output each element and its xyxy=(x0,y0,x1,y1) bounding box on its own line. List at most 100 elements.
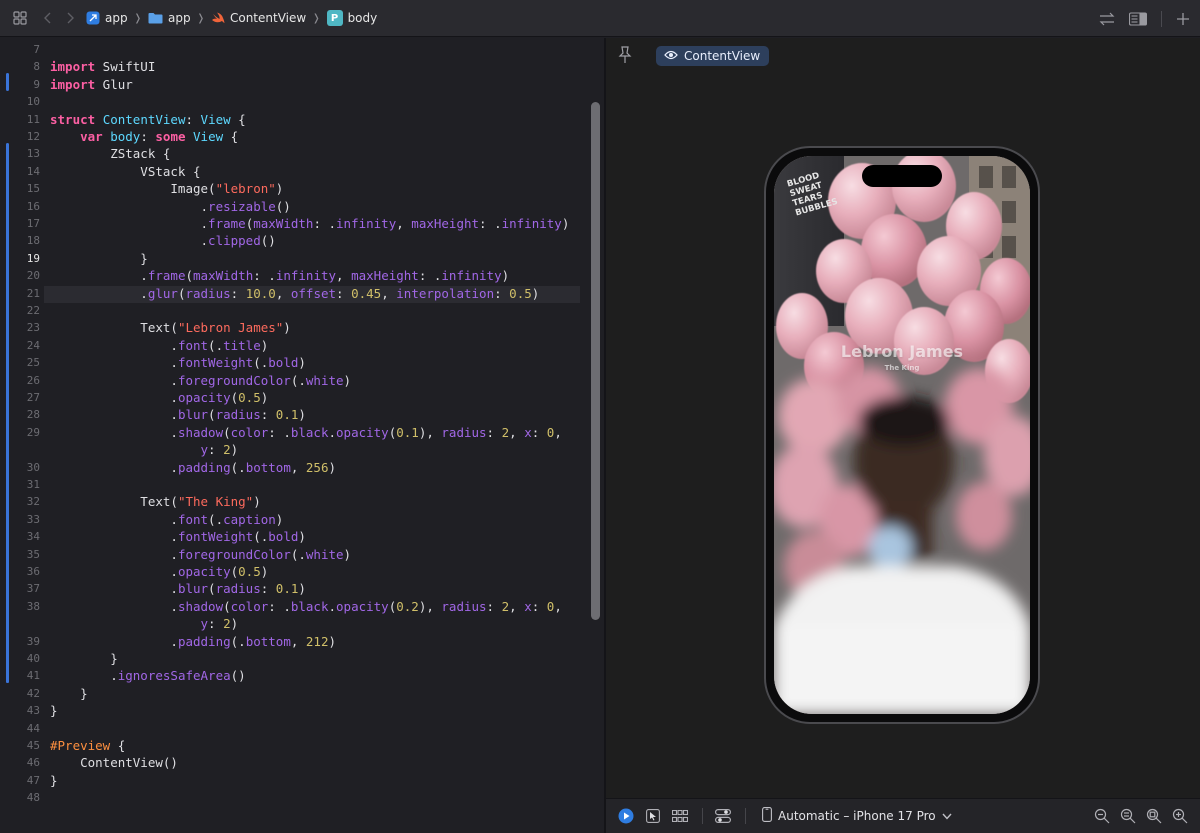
forward-chevron-icon[interactable] xyxy=(64,12,76,24)
code-line[interactable]: 38 .shadow(color: .black.opacity(0.2), r… xyxy=(0,598,580,615)
code-token: , xyxy=(509,598,525,614)
code-line[interactable]: 18 .clipped() xyxy=(0,232,580,249)
line-number: 28 xyxy=(26,408,40,422)
selectable-mode-icon[interactable] xyxy=(646,809,660,823)
iphone-icon xyxy=(762,807,772,825)
code-line[interactable]: 32 Text("The King") xyxy=(0,493,580,510)
grid-icon[interactable] xyxy=(12,11,28,25)
inspector-layout-icon[interactable] xyxy=(1129,11,1147,26)
preview-screen[interactable]: BLOOD SWEAT TEARS BUBBLES Lebron James T… xyxy=(774,156,1030,714)
code-token: ) xyxy=(230,442,239,458)
code-token: () xyxy=(260,233,276,249)
zoom-out-icon[interactable] xyxy=(1094,808,1110,824)
variants-grid-icon[interactable] xyxy=(672,810,688,822)
code-line[interactable]: 17 .frame(maxWidth: .infinity, maxHeight… xyxy=(0,215,580,232)
breadcrumb-item-app-folder[interactable]: app xyxy=(148,11,191,25)
code-line[interactable]: 15 Image("lebron") xyxy=(0,180,580,197)
pin-icon[interactable] xyxy=(618,46,632,68)
live-preview-play-icon[interactable] xyxy=(618,808,634,824)
back-chevron-icon[interactable] xyxy=(42,12,54,24)
code-text: .glur(radius: 10.0, offset: 0.45, interp… xyxy=(50,285,539,302)
preview-tab-contentview[interactable]: ContentView xyxy=(656,46,770,66)
code-token: . xyxy=(50,337,178,353)
code-token: x xyxy=(524,598,532,614)
code-token: , xyxy=(381,285,397,301)
device-picker[interactable]: Automatic – iPhone 17 Pro xyxy=(762,807,952,825)
code-line[interactable]: 16 .resizable() xyxy=(0,198,580,215)
code-line[interactable]: 20 .frame(maxWidth: .infinity, maxHeight… xyxy=(0,267,580,284)
code-token: black xyxy=(290,424,329,440)
code-token: black xyxy=(290,598,329,614)
code-text: .padding(.bottom, 256) xyxy=(50,459,336,476)
code-line[interactable]: 42 } xyxy=(0,685,580,702)
code-line[interactable]: 48 xyxy=(0,789,580,806)
breadcrumb-item-body[interactable]: P body xyxy=(326,10,377,26)
code-line[interactable]: 26 .foregroundColor(.white) xyxy=(0,372,580,389)
code-line[interactable]: 12 var body: some View { xyxy=(0,128,580,145)
code-line[interactable]: 28 .blur(radius: 0.1) xyxy=(0,406,580,423)
code-line[interactable]: 34 .fontWeight(.bold) xyxy=(0,528,580,545)
code-token: ) xyxy=(328,633,337,649)
device-settings-icon[interactable] xyxy=(715,809,731,823)
code-token: ) xyxy=(298,407,306,423)
code-line[interactable]: 23 Text("Lebron James") xyxy=(0,319,580,336)
code-line[interactable]: y: 2) xyxy=(0,615,580,632)
zoom-actual-size-icon[interactable] xyxy=(1120,808,1136,824)
code-line[interactable]: 13 ZStack { xyxy=(0,145,580,162)
code-line[interactable]: 10 xyxy=(0,93,580,110)
code-line[interactable]: 7 xyxy=(0,41,580,58)
code-line[interactable]: 19 } xyxy=(0,250,580,267)
property-icon: P xyxy=(326,10,343,26)
code-line[interactable]: 27 .opacity(0.5) xyxy=(0,389,580,406)
code-line[interactable]: 47} xyxy=(0,772,580,789)
breadcrumb-item-contentview[interactable]: ContentView xyxy=(211,11,306,25)
zoom-to-fit-icon[interactable] xyxy=(1146,808,1162,824)
code-text: y: 2) xyxy=(50,615,239,632)
code-line[interactable]: 14 VStack { xyxy=(0,163,580,180)
line-number: 18 xyxy=(26,234,40,248)
code-line[interactable]: 43} xyxy=(0,702,580,719)
code-token: var xyxy=(80,129,103,144)
code-line[interactable]: 37 .blur(radius: 0.1) xyxy=(0,580,580,597)
code-token: 10.0 xyxy=(245,285,276,301)
code-token: . xyxy=(50,424,178,440)
code-line[interactable]: 41 .ignoresSafeArea() xyxy=(0,667,580,684)
zoom-in-icon[interactable] xyxy=(1172,808,1188,824)
code-line[interactable]: 40 } xyxy=(0,650,580,667)
code-line[interactable]: 45 #Preview { xyxy=(0,737,580,754)
code-line[interactable]: 46 ContentView() xyxy=(0,754,580,771)
code-editor[interactable]: 7 8 import SwiftUI 9 import Glur 10 11 struct C… xyxy=(0,38,604,833)
code-token: ( xyxy=(208,581,216,597)
code-token: radius xyxy=(215,407,261,423)
line-number: 21 xyxy=(26,286,40,300)
code-line[interactable]: 31 xyxy=(0,476,580,493)
code-line[interactable]: 8 import SwiftUI xyxy=(0,58,580,75)
code-line[interactable]: 39 .padding(.bottom, 212) xyxy=(0,633,580,650)
swap-arrows-icon[interactable] xyxy=(1099,12,1115,26)
breadcrumb-item-app-project[interactable]: app xyxy=(86,11,128,25)
code-text: .ignoresSafeArea() xyxy=(50,667,245,684)
code-token: y xyxy=(200,442,209,458)
line-number: 47 xyxy=(26,773,40,787)
code-text: .shadow(color: .black.opacity(0.2), radi… xyxy=(50,598,561,615)
add-icon[interactable] xyxy=(1176,12,1190,26)
code-line[interactable]: 29 .shadow(color: .black.opacity(0.1), r… xyxy=(0,424,580,441)
code-line[interactable]: y: 2) xyxy=(0,441,580,458)
code-token: opacity xyxy=(177,390,231,405)
code-line[interactable]: 35 .foregroundColor(.white) xyxy=(0,546,580,563)
code-line[interactable]: 36 .opacity(0.5) xyxy=(0,563,580,580)
code-line[interactable]: 30 .padding(.bottom, 256) xyxy=(0,459,580,476)
code-line[interactable]: 22 xyxy=(0,302,580,319)
iphone-device-frame: BLOOD SWEAT TEARS BUBBLES Lebron James T… xyxy=(764,146,1040,724)
code-line[interactable]: 44 xyxy=(0,720,580,737)
line-number: 36 xyxy=(26,565,40,578)
code-line[interactable]: 11 struct ContentView: View { xyxy=(0,111,580,128)
code-line[interactable]: 21 .glur(radius: 10.0, offset: 0.45, int… xyxy=(0,285,580,302)
code-line[interactable]: 9 import Glur xyxy=(0,76,580,93)
editor-scrollbar[interactable] xyxy=(591,102,600,620)
code-token: offset xyxy=(290,285,337,301)
code-line[interactable]: 25 .fontWeight(.bold) xyxy=(0,354,580,371)
code-line[interactable]: 33 .font(.caption) xyxy=(0,511,580,528)
code-token: ZStack { xyxy=(50,146,171,162)
code-line[interactable]: 24 .font(.title) xyxy=(0,337,580,354)
